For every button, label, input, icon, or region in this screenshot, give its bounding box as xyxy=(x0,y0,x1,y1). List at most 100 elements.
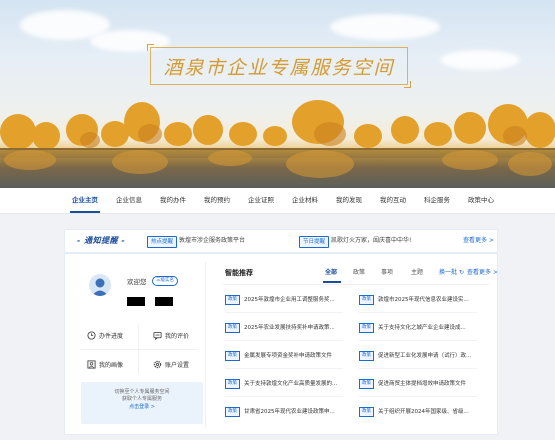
nav-item-my-interaction[interactable]: 我的互动 xyxy=(380,188,406,213)
policy-title: 促进新型工业化发展申请（试行）政... xyxy=(378,353,472,359)
redacted-name xyxy=(127,297,145,306)
nav-item-tech-service[interactable]: 科企服务 xyxy=(424,188,450,213)
nav-item-certificates[interactable]: 企业证照 xyxy=(248,188,274,213)
cloud xyxy=(330,14,440,40)
account-settings-button[interactable]: 账户设置 xyxy=(141,351,201,377)
notice-tag-holiday: 节日提醒 xyxy=(299,236,330,248)
settings-icon xyxy=(153,360,162,368)
policy-title: 敦煌市2025年现代信息农业建设实... xyxy=(378,297,469,303)
refresh-icon: ↻ xyxy=(458,269,464,276)
tab-topics[interactable]: 主题 xyxy=(411,267,423,279)
policy-title: 促进商贸主体提档增效申请政策文件 xyxy=(378,381,467,387)
policy-title: 2025年敦煌市企业用工调整服务奖... xyxy=(244,297,335,303)
function-label: 我的评价 xyxy=(164,332,189,340)
tab-active-underline xyxy=(323,281,341,283)
tab-matters[interactable]: 事项 xyxy=(381,267,393,279)
policy-title: 关于组织开展2024年国家级、省级... xyxy=(378,409,469,415)
recommend-title: 智能推荐 xyxy=(225,269,253,277)
divider xyxy=(138,324,139,374)
policy-item[interactable]: 政策 促进新型工业化发展申请（试行）政... xyxy=(359,351,471,361)
banner-title-frame: 酒泉市企业专属服务空间 xyxy=(147,44,411,88)
welcome-text: 欢迎您 xyxy=(127,278,147,286)
portrait-icon xyxy=(87,359,96,369)
my-evaluation-button[interactable]: 我的评价 xyxy=(141,322,201,348)
clock-icon xyxy=(87,330,96,340)
nav-item-my-cases[interactable]: 我的办件 xyxy=(160,188,186,213)
user-avatar-icon xyxy=(92,278,108,296)
comment-icon xyxy=(153,331,162,340)
refresh-button[interactable]: 换一批 ↻ xyxy=(439,267,464,279)
nav-item-my-discovery[interactable]: 我的发现 xyxy=(336,188,362,213)
divider xyxy=(81,349,197,350)
nav-item-materials[interactable]: 企业材料 xyxy=(292,188,318,213)
nav-active-underline xyxy=(70,211,100,213)
policy-tag: 政策 xyxy=(359,407,374,417)
function-label: 账户设置 xyxy=(164,361,189,369)
recommend-panel: 智能推荐 全部 政策 事项 主题 换一批 ↻ 查看更多 > 政策 2025年敦煌市… xyxy=(215,262,498,428)
verification-badge: 三级实名 xyxy=(152,276,178,286)
tab-policy[interactable]: 政策 xyxy=(353,267,365,279)
user-panel: 欢迎您 三级实名 办件进度 我的评价 我的画像 账户设置 切换至个人专属服务空间… xyxy=(73,262,206,428)
policy-title: 甘肃省2025年现代农业建设政策申... xyxy=(244,409,335,415)
policy-item[interactable]: 政策 敦煌市2025年现代信息农业建设实... xyxy=(359,295,469,305)
policy-item[interactable]: 政策 甘肃省2025年现代农业建设政策申... xyxy=(225,407,335,417)
policy-tag: 政策 xyxy=(225,379,240,389)
notice-item-text[interactable]: 凯歌灯火万家，阖庆喜中中华! xyxy=(331,230,411,252)
tree-reflection xyxy=(4,150,552,178)
policy-tag: 政策 xyxy=(225,351,240,361)
policy-item[interactable]: 政策 金属发展专项资金奖补申请政策文件 xyxy=(225,351,332,361)
policy-title: 金属发展专项资金奖补申请政策文件 xyxy=(244,353,333,359)
policy-tag: 政策 xyxy=(359,351,374,361)
case-progress-button[interactable]: 办件进度 xyxy=(75,322,135,348)
tab-all[interactable]: 全部 xyxy=(325,267,337,279)
divider xyxy=(359,368,477,369)
policy-item[interactable]: 政策 关于支持敦煌文化产业高质量发展的... xyxy=(225,379,337,389)
notice-item-text[interactable]: 敦煌市涉企服务政策平台 xyxy=(179,230,245,252)
divider xyxy=(225,396,343,397)
policy-tag: 政策 xyxy=(225,407,240,417)
divider xyxy=(225,368,343,369)
policy-title: 2025年农业发展扶持奖补申请政策... xyxy=(244,325,335,331)
switch-line-2: 获取个人专属服务 xyxy=(121,396,162,402)
policy-item[interactable]: 政策 2025年敦煌市企业用工调整服务奖... xyxy=(225,295,335,305)
policy-title: 关于支持文化之城产业企业建设成... xyxy=(378,325,466,331)
notice-tag-hot: 热点提醒 xyxy=(147,236,178,248)
policy-item[interactable]: 政策 2025年农业发展扶持奖补申请政策... xyxy=(225,323,335,333)
cloud xyxy=(440,50,520,70)
policy-item[interactable]: 政策 关于组织开展2024年国家级、省级... xyxy=(359,407,469,417)
banner: 酒泉市企业专属服务空间 xyxy=(0,0,555,188)
nav-item-my-appointments[interactable]: 我的预约 xyxy=(204,188,230,213)
notice-more-link[interactable]: 查看更多 > xyxy=(463,230,494,252)
divider xyxy=(359,396,477,397)
policy-tag: 政策 xyxy=(359,323,374,333)
policy-tag: 政策 xyxy=(359,295,374,305)
divider xyxy=(225,312,343,313)
nav-item-policy-center[interactable]: 政策中心 xyxy=(468,188,494,213)
login-link[interactable]: 点击登录 > xyxy=(81,403,203,412)
my-portrait-button[interactable]: 我的画像 xyxy=(75,351,135,377)
switch-line-1: 切换至个人专属服务空间 xyxy=(114,389,170,395)
function-label: 我的画像 xyxy=(98,361,123,369)
switch-personal-space: 切换至个人专属服务空间 获取个人专属服务 点击登录 > xyxy=(81,382,203,424)
function-label: 办件进度 xyxy=(98,332,123,340)
policy-tag: 政策 xyxy=(225,295,240,305)
nav-item-enterprise-info[interactable]: 企业信息 xyxy=(116,188,142,213)
main-nav: 企业主页 企业信息 我的办件 我的预约 企业证照 企业材料 我的发现 我的互动 … xyxy=(0,188,555,214)
nav-item-home[interactable]: 企业主页 xyxy=(72,188,98,213)
policy-title: 关于支持敦煌文化产业高质量发展的... xyxy=(244,381,338,387)
policy-item[interactable]: 政策 关于支持文化之城产业企业建设成... xyxy=(359,323,466,333)
divider xyxy=(225,340,343,341)
policy-tag: 政策 xyxy=(359,379,374,389)
notice-title: - 通知提醒 - xyxy=(77,236,126,245)
divider xyxy=(359,312,477,313)
policy-item[interactable]: 政策 促进商贸主体提档增效申请政策文件 xyxy=(359,379,466,389)
banner-title: 酒泉市企业专属服务空间 xyxy=(163,56,395,79)
avatar xyxy=(89,274,111,296)
policy-tag: 政策 xyxy=(225,323,240,333)
notice-bar: - 通知提醒 - 热点提醒 敦煌市涉企服务政策平台 节日提醒 凯歌灯火万家，阖庆… xyxy=(64,229,498,253)
quick-functions: 办件进度 我的评价 我的画像 账户设置 xyxy=(73,320,205,378)
recommend-more-link[interactable]: 查看更多 > xyxy=(467,267,498,279)
redacted-company xyxy=(155,297,173,306)
divider xyxy=(359,340,477,341)
divider xyxy=(223,284,489,285)
